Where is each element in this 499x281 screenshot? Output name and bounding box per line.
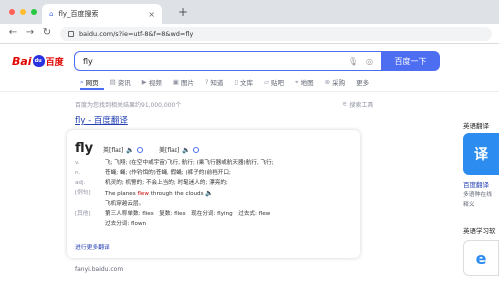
- url-text: baidu.com/s?ie=utf-8&f=8&wd=fly: [79, 30, 194, 38]
- camera-icon[interactable]: ◎: [366, 57, 373, 66]
- tab-zhidao[interactable]: ? 知道: [205, 77, 223, 87]
- app-description: 多语种在线 释义: [463, 192, 492, 208]
- tab-shop[interactable]: ⊛ 采购: [325, 77, 345, 87]
- more-translation-link[interactable]: 进行更多翻译: [75, 242, 110, 251]
- microphone-icon[interactable]: 🎙: [348, 57, 358, 66]
- loop-icon[interactable]: [137, 146, 144, 153]
- app-name-link[interactable]: 百度翻译: [463, 179, 489, 189]
- active-tab-indicator: [80, 88, 104, 90]
- result-title-link[interactable]: fly - 百度翻译: [75, 114, 128, 126]
- uk-phonetic: 英[flaɪ] 🔈: [103, 145, 144, 154]
- tab-tieba[interactable]: ▱ 贴吧: [264, 77, 284, 87]
- loop-icon[interactable]: [193, 146, 200, 153]
- tab-title: fly_百度搜索: [58, 10, 99, 18]
- question-icon: ?: [204, 78, 209, 86]
- video-icon: ▶: [141, 78, 147, 86]
- close-tab-icon[interactable]: ×: [148, 10, 155, 19]
- speaker-icon[interactable]: 🔈: [182, 146, 190, 154]
- forms-row: 过去分词: flown: [105, 221, 147, 227]
- translation-card: fly 英[flaɪ] 🔈 美[flaɪ] 🔈 v. 飞; 飞翔; (在空中或宇宙…: [67, 130, 360, 258]
- definitions: v. 飞; 飞翔; (在空中或宇宙)飞行, 航行; (乘飞行器或航天器)航行, 飞…: [75, 158, 355, 229]
- tab-more[interactable]: 更多: [356, 77, 369, 87]
- tab-wenku[interactable]: ▯ 文库: [234, 77, 253, 87]
- address-bar[interactable]: baidu.com/s?ie=utf-8&f=8&wd=fly: [60, 27, 492, 41]
- definition-row: v. 飞; 飞翔; (在空中或宇宙)飞行, 航行; (乘飞行器或航天器)航行, 飞…: [75, 160, 274, 166]
- window-controls: [9, 9, 37, 15]
- reload-button[interactable]: ↻: [40, 27, 54, 38]
- search-icon: ⌕: [80, 77, 84, 86]
- learning-app-icon[interactable]: e: [463, 240, 499, 276]
- tab-news[interactable]: ▤ 资讯: [110, 77, 131, 87]
- forward-button[interactable]: →: [23, 27, 37, 38]
- browser-tab[interactable]: ⌂ fly_百度搜索 ×: [42, 4, 162, 24]
- search-tabs: ⌕ 网页 ▤ 资讯 ▶ 视频 ▣ 图片 ? 知道 ▯ 文库 ▱ 贴吧 ⌖ 地图 ⊛ 采购 更多: [80, 77, 380, 88]
- definition-row: n. 苍蝇; 蝇; (作钓饵的)苍蝇, 假蝇; (裤子的)前裆开口;: [75, 170, 231, 176]
- divider: [0, 91, 499, 92]
- new-tab-button[interactable]: +: [178, 5, 188, 19]
- back-button[interactable]: ←: [6, 27, 20, 38]
- minimize-window-button[interactable]: [20, 9, 26, 15]
- forms-row: [其他] 第三人称单数: flies 复数: flies 现在分词: flying…: [75, 211, 271, 217]
- sidebar-title: 英语翻译: [463, 122, 489, 130]
- speaker-icon[interactable]: 🔈: [126, 146, 134, 154]
- speaker-icon[interactable]: 🔈: [205, 189, 213, 197]
- doc-icon: ▯: [234, 78, 238, 86]
- translate-app-icon[interactable]: 译: [463, 133, 499, 175]
- tab-images[interactable]: ▣ 图片: [173, 77, 194, 87]
- close-window-button[interactable]: [9, 9, 15, 15]
- tab-map[interactable]: ⌖ 地图: [294, 77, 314, 88]
- search-input[interactable]: fly 🎙 ◎: [74, 51, 381, 71]
- filter-icon: ⚟: [342, 101, 348, 108]
- forum-icon: ▱: [263, 78, 269, 86]
- tab-video[interactable]: ▶ 视频: [142, 77, 162, 87]
- sidebar-title: 英语学习软: [463, 227, 496, 235]
- map-icon: ⌖: [294, 77, 299, 86]
- news-icon: ▤: [109, 78, 116, 86]
- maximize-window-button[interactable]: [31, 9, 37, 15]
- baidu-logo[interactable]: Bai du 百度: [12, 53, 72, 69]
- tab-web[interactable]: ⌕ 网页: [80, 77, 99, 88]
- image-icon: ▣: [172, 78, 179, 86]
- us-phonetic: 美[flaɪ] 🔈: [159, 145, 200, 154]
- headword: fly: [75, 141, 94, 156]
- result-count: 百度为您找到相关结果约91,000,000个: [75, 102, 182, 109]
- example-translation: 飞机穿越云层。: [105, 201, 145, 207]
- search-button[interactable]: 百度一下: [381, 51, 440, 71]
- shop-icon: ⊛: [324, 78, 331, 86]
- address-bar-row: ← → ↻ baidu.com/s?ie=utf-8&f=8&wd=fly: [0, 24, 499, 44]
- lock-icon: [68, 31, 74, 37]
- paw-icon: du: [32, 55, 45, 67]
- definition-row: adj. 机灵的; 机警的; 不会上当的; 时髦迷人的; 漂亮的;: [75, 180, 228, 186]
- result-source[interactable]: fanyi.baidu.com: [75, 266, 123, 273]
- home-icon: ⌂: [49, 10, 54, 18]
- example-row: [例句] The planes flew through the clouds 🔈: [75, 189, 214, 197]
- search-tools-button[interactable]: ⚟ 搜索工具: [342, 100, 373, 109]
- search-query: fly: [83, 56, 93, 66]
- browser-tab-strip: ⌂ fly_百度搜索 × +: [0, 0, 499, 24]
